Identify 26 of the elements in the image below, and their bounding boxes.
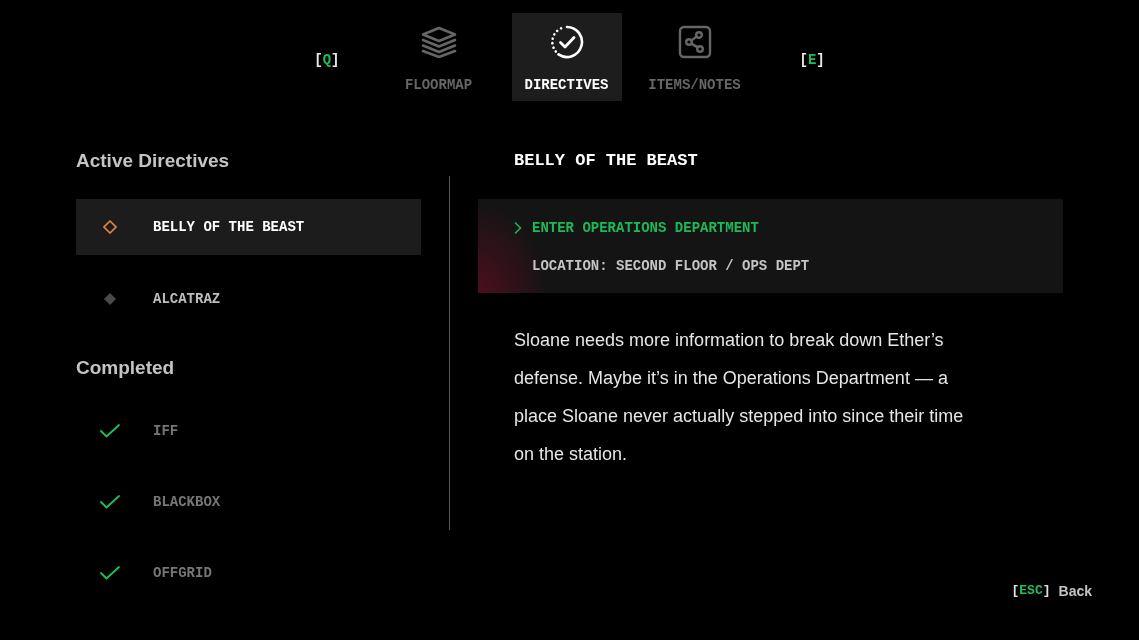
check-icon [100, 495, 120, 509]
connected-nodes-icon [677, 25, 712, 59]
directive-title: BELLY OF THE BEAST [513, 150, 699, 172]
check-icon [100, 424, 120, 438]
tab[interactable]: ITEMS/NOTES [639, 13, 750, 101]
diamond-icon [103, 292, 117, 306]
diamond-outline-icon [103, 220, 117, 234]
description-text: Sloane needs more information to break down Ether’s defense. Maybe it’s in the Operations Department — a place Sloane never actually stepped into since their time on the station. [514, 329, 965, 466]
tab[interactable]: DIRECTIVES [511, 13, 622, 101]
location-text: LOCATION: SECOND FLOOR / OPS DEPT [532, 257, 810, 276]
back-button[interactable]: [ESC] Back [1011, 581, 1092, 601]
layers-icon [420, 26, 457, 58]
completed-item[interactable]: IFF [76, 403, 421, 459]
chevron-icon [514, 222, 522, 234]
directive-item[interactable]: ALCATRAZ [76, 271, 421, 327]
key-hint: [Q] [314, 51, 340, 70]
completed-item[interactable]: OFFGRID [76, 545, 421, 601]
completed-item[interactable]: BLACKBOX [76, 474, 421, 530]
section-heading: Completed [76, 356, 176, 380]
section-heading: Active Directives [76, 149, 231, 173]
key-hint: [E] [799, 51, 825, 70]
tab[interactable]: FLOORMAP [383, 13, 494, 101]
objective-text: ENTER OPERATIONS DEPARTMENT [532, 219, 759, 238]
dotted-circle-check-icon [548, 24, 585, 60]
check-icon [100, 566, 120, 580]
directive-item[interactable]: BELLY OF THE BEAST [76, 199, 421, 255]
